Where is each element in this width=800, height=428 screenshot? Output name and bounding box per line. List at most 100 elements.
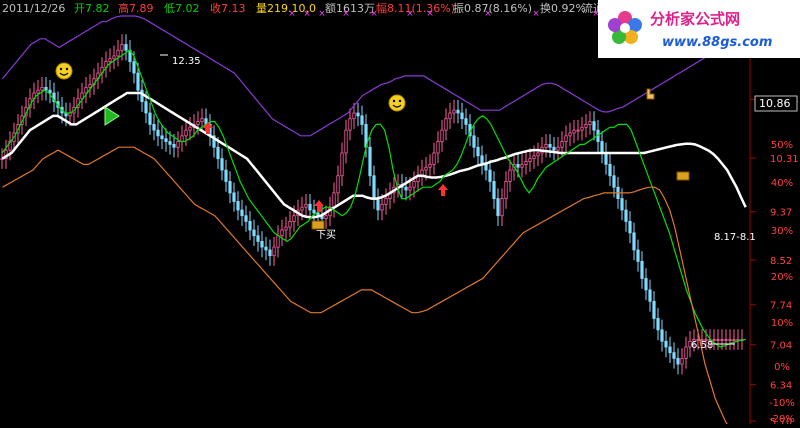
candle-body (440, 129, 444, 142)
candle-body (436, 141, 440, 154)
signal-mark: × (303, 9, 311, 19)
indicator-line (1, 91, 747, 219)
candle-body (244, 215, 248, 222)
candle-body (164, 138, 168, 142)
candle-body (672, 352, 676, 359)
candle-body (408, 186, 412, 191)
candle-body (144, 101, 148, 114)
candle-body (660, 329, 664, 342)
site-logo: 分析家公式网 www.88gs.com (598, 0, 800, 58)
last-price-label: 10.86 (759, 97, 791, 110)
candle-body (292, 215, 296, 222)
candle-body (384, 198, 388, 205)
pct-tick-label: 20% (771, 272, 793, 283)
candle-body (372, 175, 376, 200)
candle-body (224, 169, 228, 182)
candle-body (412, 181, 416, 188)
candle-body (176, 141, 180, 148)
candle-body (556, 146, 560, 151)
candle-body (216, 146, 220, 160)
candle-body (604, 152, 608, 165)
candle-body (528, 158, 532, 162)
signal-mark: × (370, 9, 378, 19)
candle-body (508, 169, 512, 182)
candle-body (84, 86, 88, 94)
candle-body (456, 109, 460, 114)
candle-body (196, 121, 200, 125)
candle-body (116, 49, 120, 57)
candle-body (156, 129, 160, 137)
candle-body (520, 163, 524, 168)
candle-body (112, 55, 116, 60)
candle-body (148, 112, 152, 125)
candle-body (584, 124, 588, 128)
pct-tick-label: 0% (774, 362, 790, 373)
candle-body (168, 141, 172, 145)
signal-mark: × (426, 9, 434, 19)
candle-body (720, 339, 724, 341)
candle-body (588, 121, 592, 125)
candle-body (256, 235, 260, 242)
candle-body (160, 135, 164, 140)
header-date: 2011/12/26 (2, 2, 65, 15)
pct-tick-label: 30% (771, 226, 793, 237)
candle-body (248, 221, 252, 231)
candle-body (620, 198, 624, 211)
candle-body (220, 158, 224, 171)
high-label: 12.35 (172, 56, 201, 67)
candle-body (532, 155, 536, 160)
signal-mark: × (532, 9, 540, 19)
candle-body (360, 115, 364, 125)
candle-body (568, 132, 572, 137)
price-tick-label: 9.37 (770, 208, 792, 219)
candle-body (552, 146, 556, 151)
candle-body (484, 163, 488, 171)
candle-body (272, 246, 276, 257)
range-label: 8.17-8.1 (714, 232, 756, 243)
price-tick-label: 8.52 (770, 256, 792, 267)
header-close: 收7.13 (210, 1, 246, 15)
pct-tick-label: 40% (771, 178, 793, 189)
candle-body (132, 61, 136, 74)
candle-body (464, 118, 468, 125)
candle-body (88, 84, 92, 88)
price-tick-label: 10.31 (770, 154, 799, 165)
candlesticks (0, 34, 744, 375)
candle-body (308, 203, 312, 211)
candle-body (644, 278, 648, 291)
candle-body (684, 346, 688, 359)
logo-url: www.88gs.com (662, 35, 772, 50)
candle-body (728, 339, 732, 341)
candle-body (628, 221, 632, 234)
candle-body (636, 249, 640, 262)
header-turnover: 换0.92% (540, 1, 586, 15)
candle-body (424, 166, 428, 171)
candle-body (664, 340, 668, 348)
candle-body (536, 152, 540, 157)
candle-body (592, 121, 596, 131)
candle-body (40, 86, 44, 91)
candle-body (452, 109, 456, 114)
candle-body (624, 209, 628, 222)
candle-body (312, 209, 316, 214)
candle-body (276, 235, 280, 248)
candle-body (380, 203, 384, 211)
stock-chart[interactable]: 2011/12/26 开7.82 高7.89 低7.02 收7.13 量219.… (0, 0, 800, 428)
candle-body (428, 163, 432, 168)
candle-body (332, 192, 336, 208)
pct-tick-label: 50% (771, 140, 793, 151)
candle-body (448, 112, 452, 120)
candle-body (44, 86, 48, 91)
candle-body (368, 146, 372, 177)
candle-body (264, 246, 268, 251)
candle-body (548, 143, 552, 148)
candle-body (652, 300, 656, 319)
candle-body (304, 203, 308, 208)
header-low: 低7.02 (164, 2, 200, 15)
candle-body (344, 129, 348, 154)
candle-body (492, 181, 496, 200)
candle-body (152, 124, 156, 131)
signal-mark: × (318, 9, 326, 19)
candle-body (280, 229, 284, 237)
price-tick-label: 6.34 (770, 381, 792, 392)
